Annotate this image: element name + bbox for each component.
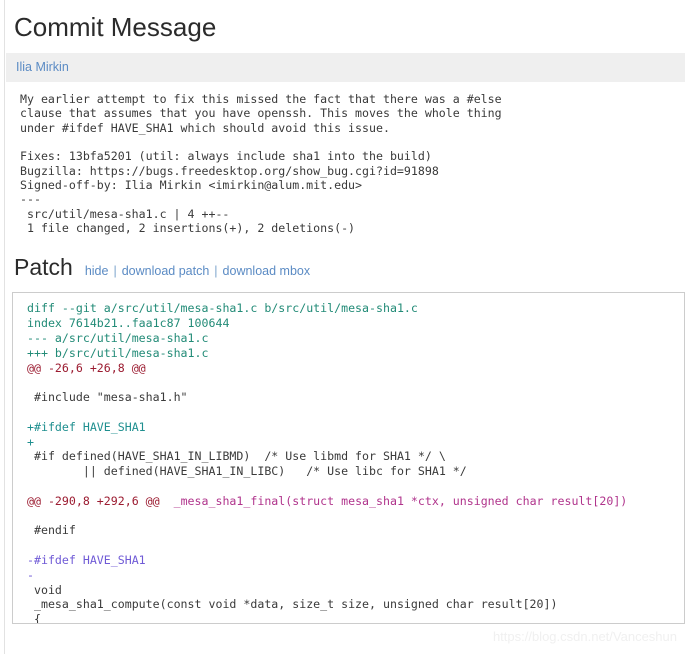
- download-mbox-link[interactable]: download mbox: [223, 264, 311, 278]
- diff-line-ctx: [27, 509, 684, 524]
- patch-action-links: hide | download patch | download mbox: [85, 264, 310, 278]
- diff-line-ctx: [27, 405, 684, 420]
- patch-header: Patch hide | download patch | download mbox: [6, 241, 685, 288]
- link-separator-1: |: [113, 264, 117, 279]
- diff-line-add: +#ifdef HAVE_SHA1: [27, 419, 146, 434]
- commit-message-body: My earlier attempt to fix this missed th…: [20, 92, 502, 235]
- diff-line-ctx: #if defined(HAVE_SHA1_IN_LIBMD) /* Use l…: [27, 449, 446, 464]
- commit-message-heading: Commit Message: [14, 12, 217, 42]
- diff-line-ctx: [27, 538, 684, 553]
- diff-line-meta: index 7614b21..faa1c87 100644: [27, 316, 230, 331]
- diff-hunk-marker: @@ -290,8 +292,6 @@: [27, 493, 160, 508]
- diff-line-ctx: [27, 479, 684, 494]
- commit-author-bar: Ilia Mirkin: [6, 53, 685, 83]
- diff-line-hunk: @@ -290,8 +292,6 @@ _mesa_sha1_final(str…: [27, 494, 684, 509]
- hide-patch-link[interactable]: hide: [85, 264, 109, 278]
- diff-line-hunk: @@ -26,6 +26,8 @@: [27, 361, 684, 376]
- download-patch-link[interactable]: download patch: [122, 264, 210, 278]
- commit-author-link[interactable]: Ilia Mirkin: [16, 60, 69, 74]
- diff-line-ctx: #include "mesa-sha1.h": [27, 390, 188, 405]
- diff-line-meta: --- a/src/util/mesa-sha1.c: [27, 331, 209, 346]
- diff-line-ctx: {: [27, 612, 41, 625]
- diff-line-add: +: [27, 434, 34, 449]
- diff-line-ctx: void: [27, 582, 62, 597]
- diff-line-del: -: [27, 567, 34, 582]
- diff-hunk-marker: @@ -26,6 +26,8 @@: [27, 360, 146, 375]
- diff-hunk-function: _mesa_sha1_final(struct mesa_sha1 *ctx, …: [159, 493, 628, 508]
- diff-line-del: -#ifdef HAVE_SHA1: [27, 553, 146, 567]
- patch-heading: Patch: [14, 254, 73, 281]
- diff-line-ctx: || defined(HAVE_SHA1_IN_LIBC) /* Use lib…: [27, 464, 467, 479]
- diff-line-ctx: #endif: [27, 523, 76, 538]
- diff-line-ctx: [27, 375, 684, 390]
- diff-line-meta: diff --git a/src/util/mesa-sha1.c b/src/…: [27, 301, 418, 316]
- diff-line-ctx: _mesa_sha1_compute(const void *data, siz…: [27, 597, 558, 612]
- patch-diff-content: diff --git a/src/util/mesa-sha1.c b/src/…: [13, 293, 684, 625]
- patch-diff-box[interactable]: diff --git a/src/util/mesa-sha1.c b/src/…: [12, 292, 685, 625]
- site-watermark: https://blog.csdn.net/Vanceshun: [492, 629, 677, 644]
- link-separator-2: |: [214, 264, 218, 279]
- page-left-gutter: [4, 0, 5, 654]
- patch-detail-page: Commit Message Ilia Mirkin My earlier at…: [6, 0, 685, 654]
- diff-line-meta: +++ b/src/util/mesa-sha1.c: [27, 345, 209, 360]
